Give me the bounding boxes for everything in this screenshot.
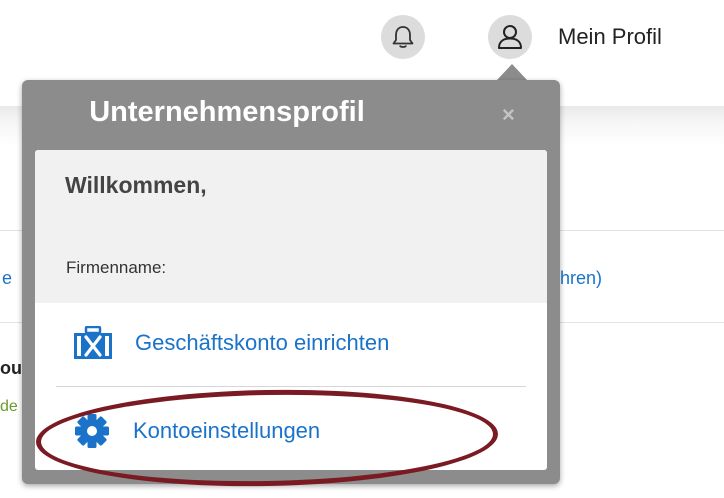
menu-divider: [56, 386, 526, 387]
user-icon: [498, 25, 522, 49]
toolbox-icon: [74, 326, 112, 359]
background-link-fragment[interactable]: e: [2, 268, 12, 289]
setup-business-account-label: Geschäftskonto einrichten: [135, 330, 390, 355]
popup-arrow: [496, 64, 528, 81]
bell-icon: [392, 26, 414, 48]
profile-label[interactable]: Mein Profil: [558, 24, 662, 50]
company-name-label: Firmenname:: [66, 258, 167, 277]
profile-button[interactable]: [488, 15, 532, 59]
popup-title: Unternehmensprofil: [89, 96, 365, 128]
setup-business-account-link[interactable]: Geschäftskonto einrichten: [73, 326, 389, 360]
background-text-fragment: ou: [0, 358, 22, 378]
background-text-fragment: de: [0, 398, 18, 415]
notifications-button[interactable]: [381, 15, 425, 59]
background-link-fragment[interactable]: hren): [560, 268, 602, 289]
close-button[interactable]: ×: [502, 102, 515, 128]
welcome-text: Willkommen,: [65, 172, 207, 198]
